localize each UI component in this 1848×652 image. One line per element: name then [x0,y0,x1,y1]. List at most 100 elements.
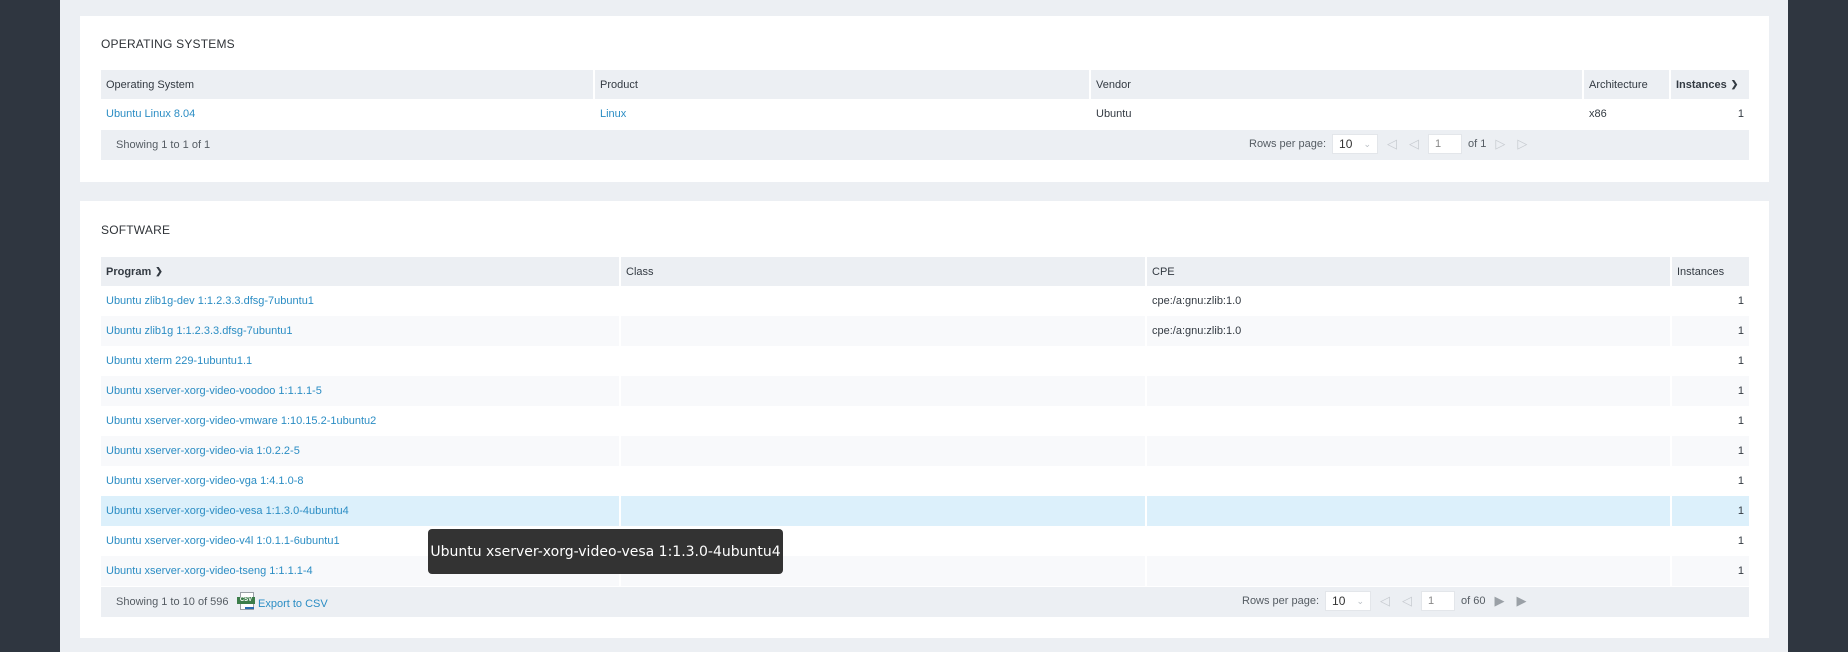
previous-page-icon: ◁ [1409,136,1420,151]
previous-page-button[interactable]: ◁ [1399,592,1415,610]
column-label: Architecture [1589,78,1648,91]
cell-cpe [1147,496,1672,526]
cell-class [621,286,1147,316]
cell-instances: 1 [1737,415,1744,427]
cell-class [621,376,1147,406]
next-page-button[interactable]: ▷ [1492,135,1508,153]
last-page-button[interactable]: ▶​ [1514,592,1530,610]
column-header-cpe[interactable]: CPE [1147,257,1672,286]
showing-count: Showing 1 to 10 of 596 [116,596,229,608]
operating-systems-table-footer: Showing 1 to 1 of 1 Rows per page: 10 ⌄ … [101,130,1749,160]
chevron-down-icon: ❯ [155,265,163,276]
cell-operating-system: Ubuntu Linux 8.04 [101,99,595,129]
column-header-vendor[interactable]: Vendor [1091,70,1584,99]
column-header-architecture[interactable]: Architecture [1584,70,1671,99]
chevron-down-icon: ⌄ [1356,595,1365,606]
cell-instances: 1 [1672,436,1749,466]
table-row: Ubuntu xserver-xorg-video-vga 1:4.1.0-8 1 [101,466,1749,496]
cell-instances: 1 [1737,295,1744,307]
cell-instances: 1 [1737,475,1744,487]
cell-cpe [1147,526,1672,556]
previous-page-icon: ◁ [1402,593,1413,608]
first-page-button[interactable]: ◁​ [1377,592,1393,610]
cell-instances: 1 [1672,376,1749,406]
cell-cpe: cpe:/a:gnu:zlib:1.0 [1147,316,1672,346]
cell-cpe [1147,346,1672,376]
cell-class [621,316,1147,346]
program-link[interactable]: Ubuntu zlib1g 1:1.2.3.3.dfsg-7ubuntu1 [106,325,293,337]
table-row: Ubuntu Linux 8.04 Linux Ubuntu x86 1 [101,99,1749,129]
rows-per-page-select[interactable]: 10 ⌄ [1332,134,1379,154]
software-table-footer: Showing 1 to 10 of 596 CSV Export to CSV… [101,587,1749,617]
cell-class [621,406,1147,436]
program-link[interactable]: Ubuntu xterm 229-1ubuntu1.1 [106,355,252,367]
column-label: Instances [1676,78,1727,91]
chevron-down-icon: ⌄ [1363,138,1372,149]
rows-per-page-value: 10 [1339,137,1353,151]
column-header-instances[interactable]: Instances [1672,257,1749,286]
program-link[interactable]: Ubuntu xserver-xorg-video-v4l 1:0.1.1-6u… [106,535,340,547]
previous-page-button[interactable]: ◁ [1406,135,1422,153]
column-header-instances[interactable]: Instances ❯ [1671,70,1749,99]
operating-system-link[interactable]: Ubuntu Linux 8.04 [106,108,195,120]
column-header-class[interactable]: Class [621,257,1147,286]
table-row: Ubuntu xserver-xorg-video-tseng 1:1.1.1-… [101,556,1749,586]
table-header-row: Operating System Product Vendor Architec… [101,70,1749,99]
software-table: Program ❯ Class CPE Instances Ubuntu zlib… [101,257,1749,586]
cell-architecture: x86 [1584,99,1671,129]
page-number-input[interactable] [1428,134,1463,154]
table-row: Ubuntu zlib1g 1:1.2.3.3.dfsg-7ubuntu1 cpe… [101,316,1749,346]
export-to-csv-link[interactable]: Export to CSV [258,598,328,610]
program-link[interactable]: Ubuntu xserver-xorg-video-tseng 1:1.1.1-… [106,565,313,577]
cell-cpe [1147,436,1672,466]
table-row: Ubuntu xserver-xorg-video-v4l 1:0.1.1-6u… [101,526,1749,556]
column-label: Product [600,78,638,91]
cell-instances: 1 [1737,355,1744,367]
rows-per-page-value: 10 [1332,594,1346,608]
table-row: Ubuntu xterm 229-1ubuntu1.1 1 [101,346,1749,376]
export-csv[interactable]: CSV Export to CSV [237,592,328,612]
column-header-operating-system[interactable]: Operating System [101,70,595,99]
program-tooltip: Ubuntu xserver-xorg-video-vesa 1:1.3.0-4… [428,529,783,574]
cell-program: Ubuntu xterm 229-1ubuntu1.1 [101,346,621,376]
software-card: SOFTWARE Program ❯ Class CPE Instances Ub… [80,201,1769,638]
table-row: Ubuntu xserver-xorg-video-vmware 1:10.15… [101,406,1749,436]
page-count: of 1 [1468,138,1487,150]
column-label: Vendor [1096,78,1131,91]
last-page-icon: ▷​ [1517,136,1528,151]
next-page-button[interactable]: ▶ [1492,592,1508,610]
cell-program: Ubuntu zlib1g 1:1.2.3.3.dfsg-7ubuntu1 [101,316,621,346]
cell-program: Ubuntu xserver-xorg-video-vesa 1:1.3.0-4… [101,496,621,526]
program-link[interactable]: Ubuntu xserver-xorg-video-vesa 1:1.3.0-4… [106,505,349,517]
software-table-body: Ubuntu zlib1g-dev 1:1.2.3.3.dfsg-7ubuntu… [101,286,1749,586]
right-sidebar [1788,0,1848,652]
program-link[interactable]: Ubuntu xserver-xorg-video-via 1:0.2.2-5 [106,445,300,457]
table-row: Ubuntu xserver-xorg-video-via 1:0.2.2-5 1 [101,436,1749,466]
table-header-row: Program ❯ Class CPE Instances [101,257,1749,286]
column-header-product[interactable]: Product [595,70,1091,99]
column-header-program[interactable]: Program ❯ [101,257,621,286]
next-page-icon: ▷ [1495,136,1506,151]
rows-per-page-select[interactable]: 10 ⌄ [1325,591,1372,611]
first-page-icon: ◁​ [1387,136,1398,151]
first-page-button[interactable]: ◁​ [1384,135,1400,153]
left-sidebar [0,0,60,652]
program-link[interactable]: Ubuntu xserver-xorg-video-vga 1:4.1.0-8 [106,475,303,487]
cell-instances: 1 [1672,316,1749,346]
cell-program: Ubuntu zlib1g-dev 1:1.2.3.3.dfsg-7ubuntu… [101,286,621,316]
program-link[interactable]: Ubuntu zlib1g-dev 1:1.2.3.3.dfsg-7ubuntu… [106,295,314,307]
program-link[interactable]: Ubuntu xserver-xorg-video-vmware 1:10.15… [106,415,376,427]
program-link[interactable]: Ubuntu xserver-xorg-video-voodoo 1:1.1.1… [106,385,322,397]
rows-per-page-label: Rows per page: [1242,595,1320,607]
page-number-input[interactable] [1421,591,1456,611]
last-page-button[interactable]: ▷​ [1514,135,1530,153]
software-title: SOFTWARE [101,223,171,237]
cell-instances: 1 [1672,496,1749,526]
product-link[interactable]: Linux [600,108,626,120]
cell-program: Ubuntu xserver-xorg-video-vmware 1:10.15… [101,406,621,436]
cell-cpe [1147,406,1672,436]
column-label: Program [106,265,152,278]
column-label: Operating System [106,78,195,91]
operating-systems-card: OPERATING SYSTEMS Operating System Produ… [80,16,1769,182]
cell-cpe: cpe:/a:gnu:zlib:1.0 [1147,286,1672,316]
